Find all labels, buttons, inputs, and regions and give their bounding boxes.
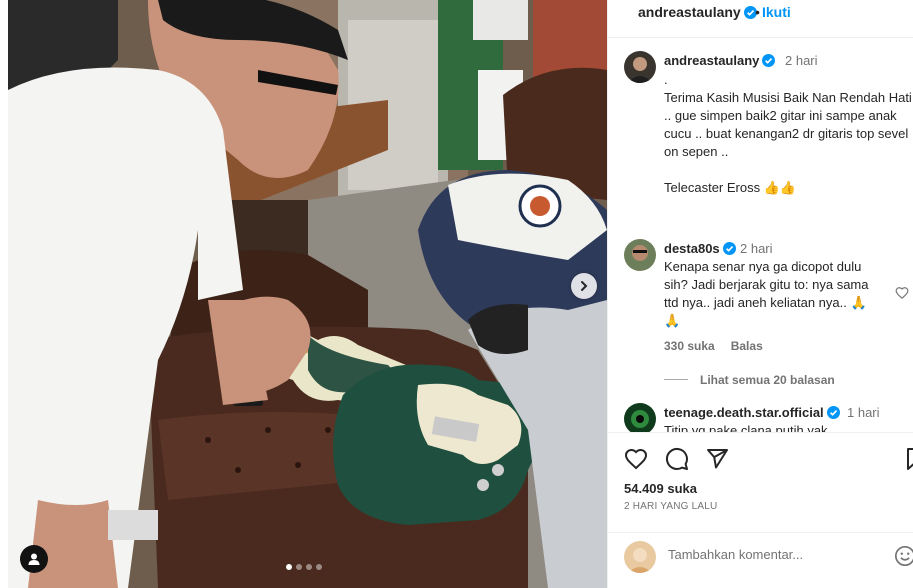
add-comment-bar	[608, 532, 913, 588]
avatar-image	[624, 51, 656, 83]
author-avatar[interactable]	[624, 51, 656, 83]
comment-meta: 330 suka Balas	[664, 339, 779, 353]
post-side-panel: andreastaulany • Ikuti andreastaulany 2 …	[607, 0, 913, 588]
likes-count[interactable]: 54.409 suka	[624, 481, 697, 496]
chevron-right-icon	[581, 281, 588, 291]
carousel-dot	[296, 564, 302, 570]
verified-icon	[762, 54, 776, 67]
carousel-dot	[286, 564, 292, 570]
avatar-image	[624, 239, 656, 271]
instagram-post-view: andreastaulany • Ikuti andreastaulany 2 …	[0, 0, 913, 588]
carousel-next-button[interactable]	[571, 273, 597, 299]
commenter-avatar[interactable]	[624, 239, 656, 271]
comment-icon[interactable]	[665, 447, 689, 471]
avatar-image	[624, 403, 656, 432]
header-separator: •	[755, 4, 760, 20]
post-header: andreastaulany • Ikuti	[608, 0, 913, 38]
comment-text: Kenapa senar nya ga dicopot dulu sih? Ja…	[664, 259, 873, 328]
comment-text: Titip yg pake clana putih yak	[664, 423, 828, 432]
bookmark-icon[interactable]	[904, 447, 913, 471]
comment-likes-count[interactable]: 330 suka	[664, 339, 715, 353]
caption-text: . Terima Kasih Musisi Baik Nan Rendah Ha…	[664, 72, 912, 195]
comment-username[interactable]: teenage.death.star.official	[664, 405, 840, 420]
caption-username[interactable]: andreastaulany	[664, 53, 776, 68]
photo-scene	[8, 0, 607, 588]
comments-section: andreastaulany 2 hari . Terima Kasih Mus…	[608, 39, 913, 432]
comment-username[interactable]: desta80s	[664, 241, 736, 256]
emoji-icon[interactable]	[894, 545, 913, 567]
view-replies-button[interactable]: Lihat semua 20 balasan	[664, 373, 835, 387]
author-username[interactable]: andreastaulany	[638, 4, 757, 20]
carousel-indicator	[286, 564, 322, 570]
verified-icon	[722, 242, 736, 255]
follow-button[interactable]: Ikuti	[762, 4, 791, 20]
share-icon[interactable]	[705, 447, 729, 471]
comment-time: 2 hari	[740, 241, 773, 256]
view-replies-label: Lihat semua 20 balasan	[700, 373, 835, 387]
post-date[interactable]: 2 HARI YANG LALU	[624, 501, 717, 512]
carousel-dot	[306, 564, 312, 570]
post-photo[interactable]	[8, 0, 607, 588]
comment-time: 1 hari	[847, 405, 880, 420]
reply-button[interactable]: Balas	[731, 339, 763, 353]
commenter-avatar[interactable]	[624, 403, 656, 432]
tagged-users-button[interactable]	[20, 545, 48, 573]
avatar-image	[624, 541, 656, 573]
heart-icon[interactable]	[624, 447, 648, 471]
comment-like-heart-icon[interactable]	[895, 286, 909, 300]
verified-icon	[826, 406, 840, 419]
user-tag-icon	[28, 553, 40, 565]
post-actions: 54.409 suka 2 HARI YANG LALU	[608, 432, 913, 532]
replies-divider	[664, 379, 688, 380]
carousel-dot	[316, 564, 322, 570]
caption-time: 2 hari	[785, 53, 818, 68]
current-user-avatar	[624, 541, 656, 573]
add-comment-input[interactable]	[668, 547, 888, 562]
